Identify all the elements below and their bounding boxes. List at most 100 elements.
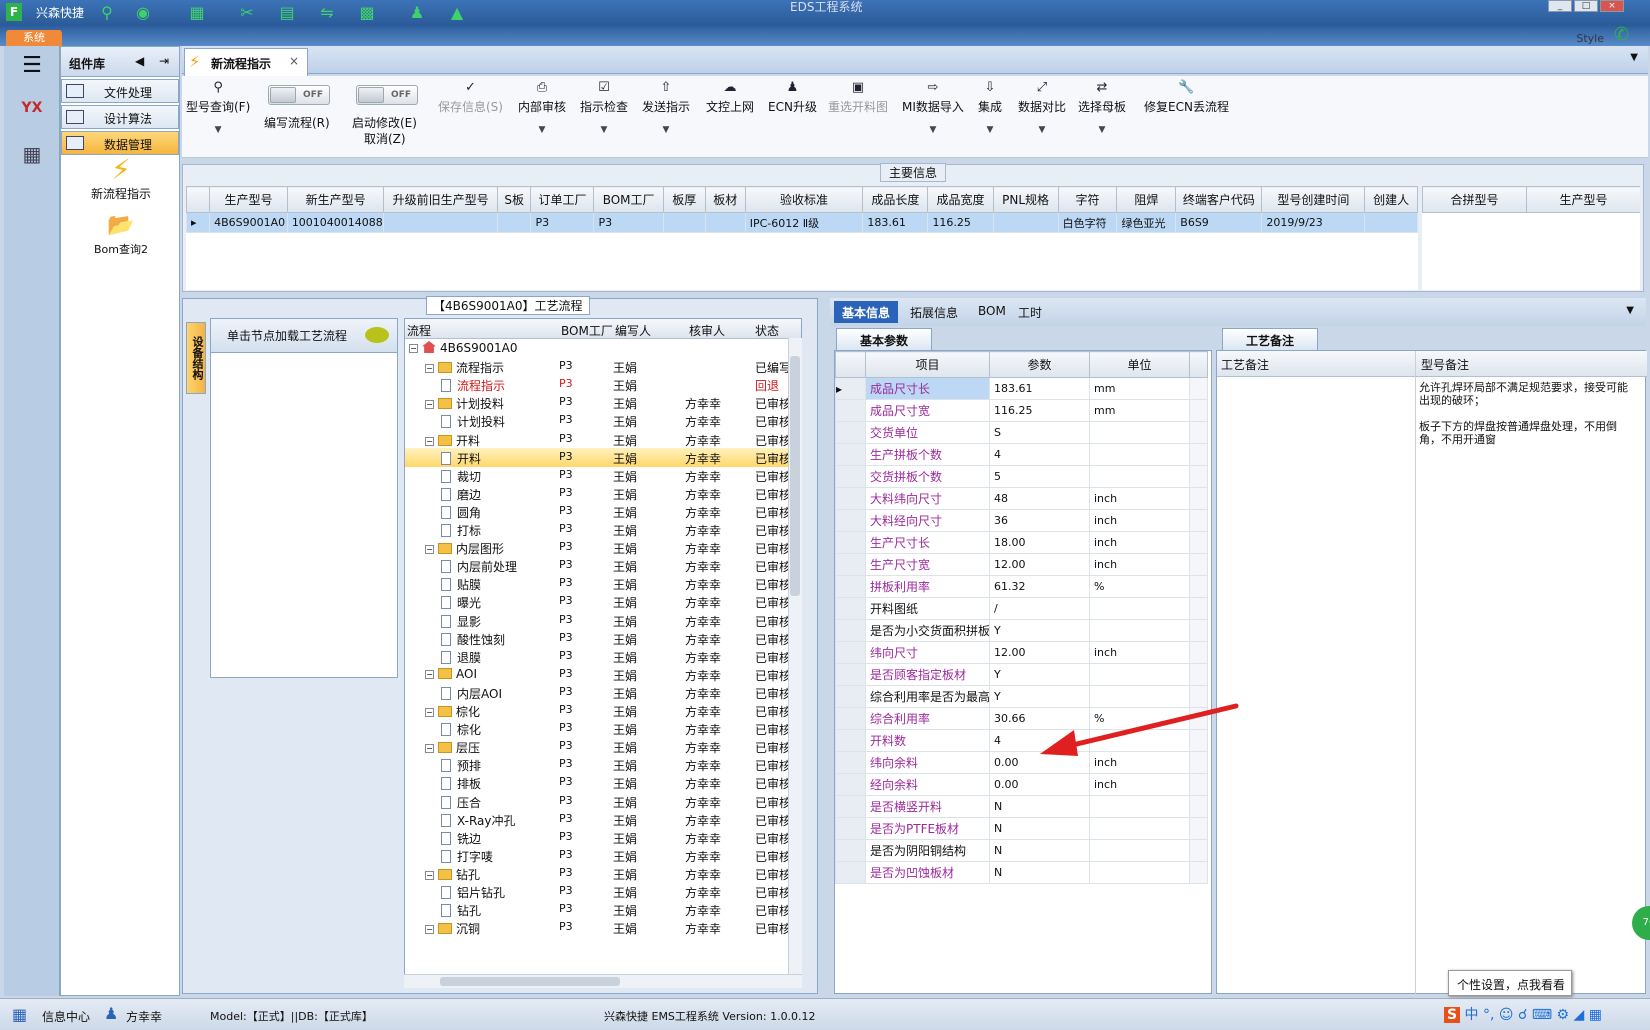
expand-toggle-icon[interactable]: −: [425, 364, 434, 374]
tree-node[interactable]: 排板 P3 王娟 方幸幸 已审核: [405, 773, 791, 792]
close-button[interactable]: ×: [1600, 0, 1624, 12]
tab-new-process[interactable]: ⚡ 新流程指示 ×: [184, 48, 308, 76]
tree-node[interactable]: − 钻孔 P3 王娟 方幸幸 已审核: [405, 864, 791, 883]
model-notes-text[interactable]: 允许孔焊环局部不满足规范要求，接受可能出现的破环； 板子下方的焊盘按普通焊盘处理…: [1419, 381, 1631, 446]
tree-node[interactable]: 计划投料 P3 王娟 方幸幸 已审核: [405, 411, 791, 430]
group-file-processing[interactable]: 文件处理: [61, 79, 179, 103]
main-cell[interactable]: 4B6S9001A0: [209, 212, 288, 233]
tree-node[interactable]: 压合 P3 王娟 方幸幸 已审核: [405, 792, 791, 811]
close-icon[interactable]: ×: [289, 54, 299, 68]
expand-toggle-icon[interactable]: −: [425, 545, 434, 555]
table-row[interactable]: 是否为凹蚀板材 N: [835, 861, 1208, 884]
main-cell[interactable]: [662, 212, 706, 233]
flow-icon[interactable]: ⇋: [316, 3, 338, 23]
param-value[interactable]: 18.00: [989, 531, 1090, 554]
chinese-mode-icon[interactable]: 中: [1465, 1007, 1479, 1023]
group-data-management[interactable]: 数据管理: [61, 131, 179, 155]
table-row[interactable]: 是否顾客指定板材 Y: [835, 663, 1208, 686]
info-center-link[interactable]: 信息中心: [42, 1008, 90, 1025]
main-cell[interactable]: 183.61: [862, 212, 929, 233]
tree-node[interactable]: 开料 P3 王娟 方幸幸 已审核: [405, 447, 791, 467]
pin-icon[interactable]: ⇥: [159, 54, 169, 68]
tree-node[interactable]: 贴膜 P3 王娟 方幸幸 已审核: [405, 574, 791, 593]
table-row[interactable]: 生产尺寸宽 12.00 inch: [835, 553, 1208, 576]
table-row[interactable]: 纬向尺寸 12.00 inch: [835, 641, 1208, 664]
table-row[interactable]: 生产拼板个数 4: [835, 443, 1208, 466]
main-cell[interactable]: B6S9: [1175, 212, 1263, 233]
main-cell[interactable]: 2019/9/23: [1261, 212, 1366, 233]
expand-toggle-icon[interactable]: −: [425, 744, 434, 754]
phone-icon[interactable]: ✆: [1614, 24, 1629, 45]
search-icon[interactable]: ⚲: [96, 3, 118, 23]
basic-params-tab[interactable]: 基本参数: [836, 328, 932, 350]
main-cell[interactable]: [992, 212, 1059, 233]
table-row[interactable]: 是否为阴阳铜结构 N: [835, 839, 1208, 862]
chevron-down-icon[interactable]: ▼: [1626, 305, 1634, 316]
tree-node[interactable]: − 计划投料 P3 王娟 方幸幸 已审核: [405, 393, 791, 412]
tree-node[interactable]: − 流程指示 P3 王娟 已编写: [405, 357, 791, 376]
chart-icon[interactable]: ▲: [446, 3, 468, 23]
repair-ecn-button[interactable]: 🔧 修复ECN丢流程: [1144, 80, 1229, 115]
tab-extended-info[interactable]: 拓展信息: [902, 301, 966, 323]
tab-basic-info[interactable]: 基本信息: [834, 301, 899, 323]
group-design-algorithm[interactable]: 设计算法: [61, 105, 179, 129]
grid-menu-icon[interactable]: ▦: [1589, 1007, 1602, 1023]
keyboard-icon[interactable]: ⌨: [1532, 1007, 1552, 1023]
table-row[interactable]: 大料经向尺寸 36 inch: [835, 509, 1208, 532]
param-value[interactable]: S: [989, 421, 1090, 444]
maximize-button[interactable]: □: [1574, 0, 1598, 12]
tree-node[interactable]: 内层AOI P3 王娟 方幸幸 已审核: [405, 683, 791, 702]
param-value[interactable]: Y: [989, 619, 1090, 642]
table-row[interactable]: 经向余料 0.00 inch: [835, 773, 1208, 796]
param-value[interactable]: 48: [989, 487, 1090, 510]
param-value[interactable]: 4: [989, 443, 1090, 466]
tree-node[interactable]: 铝片钻孔 P3 王娟 方幸幸 已审核: [405, 882, 791, 901]
table-row[interactable]: 交货拼板个数 5: [835, 465, 1208, 488]
tree-node[interactable]: − 棕化 P3 王娟 方幸幸 已审核: [405, 701, 791, 720]
table-row[interactable]: 交货单位 S: [835, 421, 1208, 444]
param-value[interactable]: 0.00: [989, 773, 1090, 796]
tree-node[interactable]: 预排 P3 王娟 方幸幸 已审核: [405, 755, 791, 774]
instruction-check-button[interactable]: ☑ 指示检查 ▼: [580, 80, 628, 135]
yx-factory-icon[interactable]: YX: [14, 92, 50, 124]
main-cell[interactable]: [383, 212, 498, 233]
menu-icon[interactable]: ☰: [14, 50, 50, 82]
param-value[interactable]: 12.00: [989, 553, 1090, 576]
model-query-button[interactable]: ⚲ 型号查询(F) ▼: [186, 80, 250, 135]
tree-node[interactable]: 钻孔 P3 王娟 方幸幸 已审核: [405, 900, 791, 919]
tree-scroll-thumb[interactable]: [790, 356, 800, 596]
grid-icon[interactable]: ▩: [356, 3, 378, 23]
person-icon[interactable]: ♟: [406, 3, 428, 23]
expand-toggle-icon[interactable]: −: [409, 344, 418, 353]
doc-upload-button[interactable]: ☁ 文控上网: [706, 80, 754, 115]
table-row[interactable]: 生产尺寸长 18.00 inch: [835, 531, 1208, 554]
table-row[interactable]: 拼板利用率 61.32%: [835, 575, 1208, 598]
equipment-structure-tab[interactable]: 设备结构: [186, 322, 206, 394]
tree-node[interactable]: − 层压 P3 王娟 方幸幸 已审核: [405, 737, 791, 756]
tree-node[interactable]: 棕化 P3 王娟 方幸幸 已审核: [405, 719, 791, 738]
windows-grid-icon[interactable]: ▦: [12, 1005, 27, 1024]
tree-node[interactable]: 打字唛 P3 王娟 方幸幸 已审核: [405, 846, 791, 865]
tree-node[interactable]: − 内层图形 P3 王娟 方幸幸 已审核: [405, 538, 791, 557]
scissors-icon[interactable]: ✂: [236, 3, 258, 23]
tree-node[interactable]: − AOI P3 王娟 方幸幸 已审核: [405, 665, 791, 684]
param-value[interactable]: Y: [989, 663, 1090, 686]
main-cell[interactable]: IPC-6012 Ⅱ级: [744, 212, 864, 233]
tools-icon[interactable]: ⚙: [1557, 1007, 1570, 1023]
system-tab[interactable]: 系统: [6, 30, 62, 46]
ecn-upgrade-button[interactable]: ♟ ECN升级: [768, 80, 817, 115]
table-row[interactable]: 是否为小交货面积拼板 Y: [835, 619, 1208, 642]
main-cell[interactable]: [1364, 212, 1418, 233]
write-process-toggle[interactable]: OFF: [268, 85, 330, 105]
punctuation-icon[interactable]: °,: [1483, 1007, 1494, 1023]
param-value[interactable]: N: [989, 795, 1090, 818]
tab-bom[interactable]: BOM: [970, 301, 1014, 323]
collapse-left-icon[interactable]: ◀: [135, 54, 144, 68]
table-row[interactable]: 是否横竖开料 N: [835, 795, 1208, 818]
ime-toolbar[interactable]: S 中 °, ☺ ☌ ⌨ ⚙ ◢ ▦: [1444, 1004, 1650, 1026]
mic-icon[interactable]: ☌: [1518, 1007, 1527, 1023]
param-value[interactable]: 5: [989, 465, 1090, 488]
tree-hscroll-thumb[interactable]: [440, 977, 620, 986]
main-cell[interactable]: [704, 212, 746, 233]
param-value[interactable]: /: [989, 597, 1090, 620]
